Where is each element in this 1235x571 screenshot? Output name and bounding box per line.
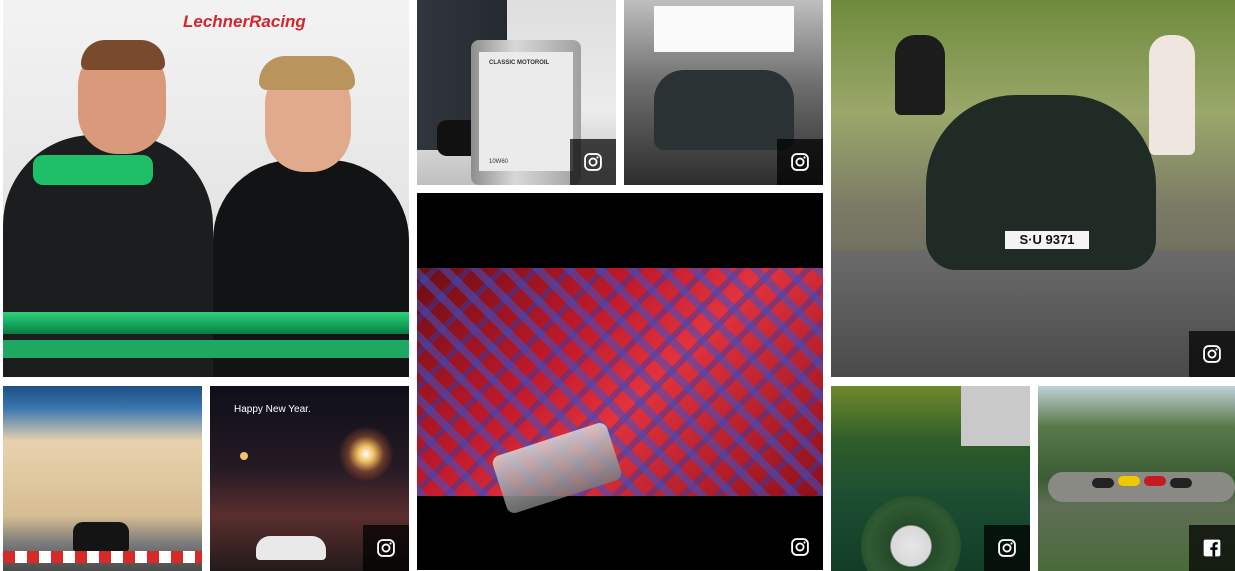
- man: [895, 35, 945, 115]
- instagram-icon: [791, 538, 809, 556]
- ceiling-light: [654, 6, 794, 52]
- car-red: [1144, 476, 1166, 486]
- car-tail: [961, 386, 1030, 446]
- sponsor-banner-text: LechnerRacing: [183, 12, 306, 31]
- person-right-hair: [259, 56, 355, 90]
- post-tile-team-portrait[interactable]: LechnerRacing: [3, 0, 409, 377]
- can-label: CLASSIC MOTOROIL 10W60: [479, 52, 573, 171]
- instagram-icon: [791, 153, 809, 171]
- firework: [338, 426, 394, 482]
- instagram-badge[interactable]: [984, 525, 1030, 571]
- green-rail-lower: [3, 340, 409, 358]
- instagram-icon: [998, 539, 1016, 557]
- social-media-wall: LechnerRacing CLASSIC MOTOROIL 10W60 S·U…: [0, 0, 1235, 571]
- post-tile-classic-motoroil[interactable]: CLASSIC MOTOROIL 10W60: [417, 0, 616, 185]
- can-label-title: CLASSIC MOTOROIL: [489, 60, 550, 66]
- motoroil-can: CLASSIC MOTOROIL 10W60: [471, 40, 581, 185]
- mountain-road: [1048, 472, 1235, 502]
- post-tile-happy-new-year[interactable]: Happy New Year.: [210, 386, 409, 571]
- post-tile-green-car-wreath[interactable]: [831, 386, 1030, 571]
- post-tile-tartan-seat-video[interactable]: [417, 193, 823, 570]
- can-label-grade: 10W60: [489, 159, 509, 165]
- post-tile-classic-911-couple[interactable]: S·U 9371: [831, 0, 1235, 377]
- instagram-badge[interactable]: [777, 139, 823, 185]
- post-tile-showroom-covered-car[interactable]: [624, 0, 823, 185]
- post-caption: Happy New Year.: [234, 404, 311, 415]
- wreath: [861, 496, 961, 571]
- covered-car: [654, 70, 794, 150]
- white-car: [256, 536, 326, 560]
- race-car: [73, 522, 129, 552]
- license-plate: S·U 9371: [1005, 231, 1089, 249]
- car-black-2: [1170, 478, 1192, 488]
- instagram-icon: [1203, 345, 1221, 363]
- facebook-icon: [1203, 539, 1221, 557]
- green-rail: [3, 312, 409, 334]
- instagram-badge[interactable]: [363, 525, 409, 571]
- seatbelt-buckle: [490, 420, 624, 516]
- car-yellow: [1118, 476, 1140, 486]
- post-tile-race-track-building[interactable]: [3, 386, 202, 571]
- instagram-badge[interactable]: [777, 524, 823, 570]
- instagram-badge[interactable]: [570, 139, 616, 185]
- post-tile-mountain-road-cars[interactable]: [1038, 386, 1235, 571]
- person-left-hair: [81, 40, 165, 70]
- track-curb: [3, 551, 202, 563]
- tartan-seat-frame: [417, 268, 823, 516]
- woman: [1149, 35, 1195, 155]
- facebook-badge[interactable]: [1189, 525, 1235, 571]
- moon: [240, 452, 248, 460]
- instagram-icon: [584, 153, 602, 171]
- car-black-1: [1092, 478, 1114, 488]
- instagram-icon: [377, 539, 395, 557]
- instagram-badge[interactable]: [1189, 331, 1235, 377]
